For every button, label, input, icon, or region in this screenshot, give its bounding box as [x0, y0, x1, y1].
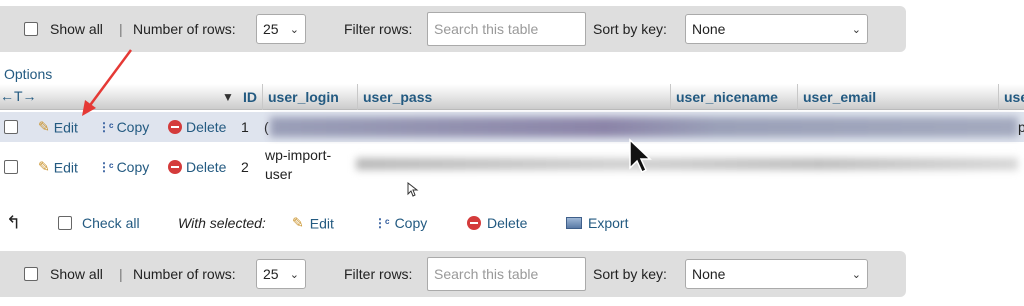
row-login-fragment: ( [264, 119, 269, 135]
sort-by-key-value: None [692, 21, 726, 37]
check-all-label[interactable]: Check all [82, 215, 140, 231]
rows-per-page-value: 25 [263, 266, 279, 282]
cursor-arrow-icon [629, 138, 652, 174]
row-user-login-line1: wp-import- [265, 147, 332, 163]
sort-by-key-select[interactable]: None ⌄ [685, 259, 868, 289]
redacted-row-data [356, 158, 1018, 170]
filter-rows-placeholder: Search this table [434, 21, 539, 37]
filter-rows-placeholder: Search this table [434, 266, 539, 282]
row-edit-label: Edit [53, 119, 78, 135]
row-user-login-line2: user [265, 166, 293, 182]
table-header: ←T→ ▼ ID user_login user_pass user_nicen… [0, 84, 1024, 110]
rows-per-page-select[interactable]: 25 ⌄ [256, 14, 306, 44]
bulk-delete-button[interactable]: Delete [467, 215, 527, 231]
bottom-navigation-bar: Show all | Number of rows: 25 ⌄ Filter r… [0, 251, 906, 297]
sort-by-key-label: Sort by key: [593, 21, 667, 37]
with-selected-label: With selected: [178, 215, 266, 231]
chevron-down-icon: ⌄ [289, 23, 299, 36]
chevron-down-icon: ⌄ [851, 268, 861, 281]
column-header-user-nicename[interactable]: user_nicename [670, 84, 778, 110]
column-header-user-more[interactable]: use [998, 84, 1024, 110]
bulk-edit-button[interactable]: ✎ Edit [292, 215, 334, 232]
row-delete-label: Delete [186, 159, 227, 175]
bulk-edit-label: Edit [309, 215, 334, 231]
check-all-checkbox[interactable] [58, 216, 72, 230]
show-all-label: Show all [50, 21, 103, 37]
bulk-copy-button[interactable]: ⋮ᶜ Copy [374, 215, 427, 231]
table-row: ✎ Edit ⋮ᶜ Copy Delete 1 ( p [0, 112, 1024, 142]
chevron-down-icon: ⌄ [851, 23, 861, 36]
bulk-export-button[interactable]: Export [566, 215, 628, 231]
show-all-label: Show all [50, 266, 103, 282]
filter-rows-input[interactable]: Search this table [427, 12, 586, 46]
redacted-row-data [270, 117, 1018, 137]
delete-icon [467, 216, 481, 230]
export-icon [566, 217, 582, 229]
pencil-icon: ✎ [38, 158, 50, 175]
separator: | [119, 266, 123, 282]
row-copy-label: Copy [116, 159, 150, 175]
rows-per-page-value: 25 [263, 21, 279, 37]
sort-by-key-label: Sort by key: [593, 266, 667, 282]
column-header-user-login[interactable]: user_login [262, 84, 339, 110]
table-row: ✎ Edit ⋮ᶜ Copy Delete 2 wp-import- user [0, 144, 1024, 190]
options-link[interactable]: Options [4, 66, 52, 82]
row-id: 1 [241, 119, 249, 135]
filter-rows-label: Filter rows: [344, 21, 413, 37]
copy-icon: ⋮ᶜ [98, 160, 114, 174]
filter-rows-input[interactable]: Search this table [427, 257, 586, 291]
bulk-delete-label: Delete [487, 215, 528, 231]
column-arrows-icon[interactable]: ←T→ [0, 88, 37, 104]
chevron-down-icon: ⌄ [289, 268, 299, 281]
delete-icon [168, 120, 182, 134]
copy-icon: ⋮ᶜ [98, 120, 114, 134]
row-checkbox[interactable] [4, 120, 18, 134]
pencil-icon: ✎ [38, 118, 50, 135]
delete-icon [168, 160, 182, 174]
return-arrow-icon: ↰ [6, 212, 22, 233]
row-edit-link[interactable]: ✎ Edit [38, 119, 78, 136]
row-delete-link[interactable]: Delete [168, 119, 226, 135]
row-edit-link[interactable]: ✎ Edit [38, 159, 78, 176]
sort-by-key-value: None [692, 266, 726, 282]
row-copy-label: Copy [116, 119, 150, 135]
row-copy-link[interactable]: ⋮ᶜ Copy [98, 159, 149, 175]
cursor-small-icon [407, 182, 419, 197]
filter-rows-label: Filter rows: [344, 266, 413, 282]
bulk-export-label: Export [588, 215, 629, 231]
bulk-actions-bar: ↰ Check all With selected: ✎ Edit ⋮ᶜ Cop… [0, 203, 1024, 243]
row-delete-link[interactable]: Delete [168, 159, 226, 175]
row-delete-label: Delete [186, 119, 227, 135]
show-all-checkbox[interactable] [24, 22, 38, 36]
rows-label: Number of rows: [133, 21, 236, 37]
row-user-login: wp-import- user [265, 146, 331, 184]
rows-label: Number of rows: [133, 266, 236, 282]
rows-per-page-select[interactable]: 25 ⌄ [256, 259, 306, 289]
sort-by-key-select[interactable]: None ⌄ [685, 14, 868, 44]
show-all-toggle[interactable]: Show all [24, 266, 103, 282]
column-header-user-email[interactable]: user_email [797, 84, 876, 110]
bulk-copy-label: Copy [394, 215, 428, 231]
pencil-icon: ✎ [292, 214, 304, 231]
row-checkbox[interactable] [4, 160, 18, 174]
copy-icon: ⋮ᶜ [374, 216, 390, 230]
show-all-toggle[interactable]: Show all [24, 21, 103, 37]
sort-desc-icon[interactable]: ▼ [222, 90, 234, 104]
row-edit-label: Edit [53, 159, 78, 175]
show-all-checkbox[interactable] [24, 267, 38, 281]
column-header-id[interactable]: ID [238, 84, 257, 110]
row-tail-fragment: p [1018, 119, 1024, 135]
row-copy-link[interactable]: ⋮ᶜ Copy [98, 119, 149, 135]
separator: | [119, 21, 123, 37]
check-all-toggle[interactable]: Check all [58, 215, 140, 231]
top-navigation-bar: Show all | Number of rows: 25 ⌄ Filter r… [0, 6, 906, 52]
row-id: 2 [241, 159, 249, 175]
column-header-user-pass[interactable]: user_pass [357, 84, 432, 110]
